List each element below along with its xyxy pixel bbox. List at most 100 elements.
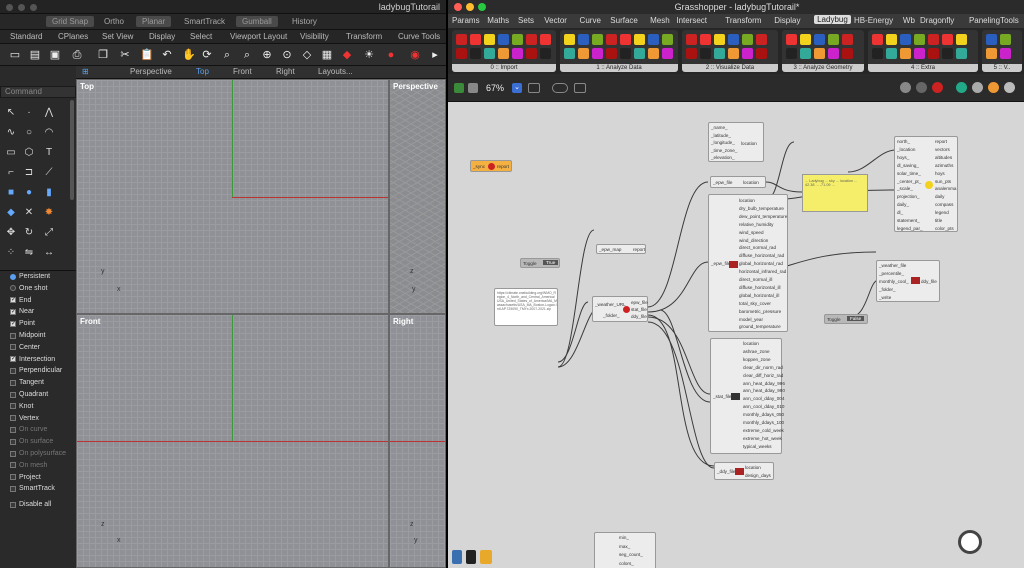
palette-scrollbar[interactable] bbox=[70, 100, 74, 200]
viewport-perspective[interactable]: Perspective z y bbox=[389, 79, 446, 314]
gh-settings-icon[interactable] bbox=[1004, 82, 1015, 93]
ladybug-component-icon[interactable] bbox=[592, 34, 603, 45]
osnap-intersection[interactable]: ✓ Intersection bbox=[10, 356, 55, 363]
ladybug-component-icon[interactable] bbox=[1000, 34, 1011, 45]
location-panel[interactable]: ... Ladybug ... sky ... location ... 42.… bbox=[802, 174, 868, 212]
ladybug-component-icon[interactable] bbox=[700, 34, 711, 45]
checkbox-icon[interactable] bbox=[10, 403, 16, 410]
construct-location-component[interactable]: location _name_ _latitude_ _longitude_ _tim… bbox=[708, 122, 764, 162]
gh-tab-curve[interactable]: Curve bbox=[580, 16, 601, 25]
ladybug-component-icon[interactable] bbox=[606, 48, 617, 59]
osnap-near[interactable]: ✓ Near bbox=[10, 308, 34, 315]
checkbox-icon[interactable]: ✓ bbox=[10, 308, 16, 315]
python-icon[interactable] bbox=[452, 550, 462, 564]
ladybug-component-icon[interactable] bbox=[456, 34, 467, 45]
ladybug-component-icon[interactable] bbox=[470, 34, 481, 45]
ladybug-component-icon[interactable] bbox=[886, 48, 897, 59]
ladybug-component-icon[interactable] bbox=[714, 48, 725, 59]
ladybug-component-icon[interactable] bbox=[564, 34, 575, 45]
grid-icon[interactable]: ▦ bbox=[320, 48, 334, 62]
ladybug-component-icon[interactable] bbox=[986, 34, 997, 45]
save-icon[interactable]: ▣ bbox=[48, 48, 62, 62]
kangaroo-icon[interactable] bbox=[480, 550, 492, 564]
checkbox-icon[interactable] bbox=[10, 462, 16, 469]
select-arrow-icon[interactable]: ↖ bbox=[4, 106, 18, 120]
gh-canvas[interactable]: location _name_ _latitude_ _longitude_ _tim… bbox=[448, 102, 1024, 568]
ladybug-component-icon[interactable] bbox=[928, 34, 939, 45]
ladybug-component-icon[interactable] bbox=[512, 34, 523, 45]
gh-tab-ladybug[interactable]: Ladybug bbox=[814, 15, 851, 24]
mode-planar[interactable]: Planar bbox=[136, 16, 172, 27]
checkbox-icon[interactable] bbox=[10, 474, 16, 481]
open-file-icon[interactable]: ▤ bbox=[28, 48, 42, 62]
ladybug-component-icon[interactable] bbox=[592, 48, 603, 59]
cylinder-icon[interactable]: ▮ bbox=[42, 186, 56, 200]
ladybug-component-icon[interactable] bbox=[512, 48, 523, 59]
checkbox-icon[interactable]: ✓ bbox=[10, 356, 16, 363]
tab-display[interactable]: Display bbox=[149, 32, 175, 41]
gh-tab-hb-energy[interactable]: HB-Energy bbox=[854, 16, 893, 25]
tab-visibility[interactable]: Visibility bbox=[300, 32, 329, 41]
ladybug-component-icon[interactable] bbox=[842, 34, 853, 45]
osnap-project[interactable]: Project bbox=[10, 474, 41, 481]
ladybug-component-icon[interactable] bbox=[714, 34, 725, 45]
legend-parameters-component[interactable]: min_ max_ seg_count_ colors_ bbox=[594, 532, 656, 568]
copy-icon[interactable]: ❐ bbox=[96, 48, 110, 62]
redraw-icon[interactable]: ◇ bbox=[300, 48, 314, 62]
zoom-extents-icon[interactable]: ⊕ bbox=[260, 48, 274, 62]
ladybug-component-icon[interactable] bbox=[900, 34, 911, 45]
ladybug-component-icon[interactable] bbox=[1000, 48, 1011, 59]
viewport-tab-top[interactable]: Top bbox=[196, 67, 209, 76]
osnap-smarttrack[interactable]: SmartTrack bbox=[10, 485, 55, 492]
render-car-icon[interactable]: ◆ bbox=[340, 48, 354, 62]
ladybug-component-icon[interactable] bbox=[786, 34, 797, 45]
gh-tab-panelingtools[interactable]: PanelingTools bbox=[969, 16, 1019, 25]
osnap-persistent[interactable]: Persistent bbox=[10, 273, 50, 280]
ladybug-component-icon[interactable] bbox=[942, 48, 953, 59]
ladybug-component-icon[interactable] bbox=[728, 34, 739, 45]
gh-tab-transform[interactable]: Transform bbox=[725, 16, 761, 25]
new-file-icon[interactable]: ▭ bbox=[8, 48, 22, 62]
polygon-icon[interactable]: ⬡ bbox=[22, 146, 36, 160]
zoom-icon[interactable]: ⌕ bbox=[220, 48, 234, 62]
download-weather-component[interactable]: _weather_URL _folder_ epw_file stat_file… bbox=[592, 296, 648, 322]
boolean-toggle-true[interactable]: Toggle True bbox=[520, 258, 560, 268]
osnap-on-surface[interactable]: On surface bbox=[10, 438, 53, 445]
viewport-grid-icon[interactable]: ⊞ bbox=[82, 67, 89, 76]
osnap-on-polysurface[interactable]: On polysurface bbox=[10, 450, 66, 457]
gh-tab-sets[interactable]: Sets bbox=[518, 16, 534, 25]
offset-icon[interactable]: ⊐ bbox=[22, 166, 36, 180]
ladybug-component-icon[interactable] bbox=[814, 34, 825, 45]
polyline-icon[interactable]: ⋀ bbox=[42, 106, 56, 120]
tab-curve-tools[interactable]: Curve Tools bbox=[398, 32, 440, 41]
paste-icon[interactable]: 📋 bbox=[140, 48, 154, 62]
viewport-top[interactable]: Top y x bbox=[76, 79, 389, 314]
ladybug-component-icon[interactable] bbox=[814, 48, 825, 59]
ladybug-component-icon[interactable] bbox=[842, 48, 853, 59]
curve-icon[interactable]: ∿ bbox=[4, 126, 18, 140]
tab-set-view[interactable]: Set View bbox=[102, 32, 133, 41]
ladybug-component-icon[interactable] bbox=[700, 48, 711, 59]
tab-standard[interactable]: Standard bbox=[10, 32, 42, 41]
mode-grid-snap[interactable]: Grid Snap bbox=[46, 16, 95, 27]
gh-tab-maths[interactable]: Maths bbox=[487, 16, 509, 25]
viewport-tab-right[interactable]: Right bbox=[276, 67, 295, 76]
tab-cplanes[interactable]: CPlanes bbox=[58, 32, 88, 41]
mirror-icon[interactable]: ⇋ bbox=[22, 246, 36, 260]
zoom-extents-icon[interactable] bbox=[528, 83, 540, 93]
ladybug-component-icon[interactable] bbox=[914, 34, 925, 45]
radio-icon[interactable] bbox=[10, 285, 16, 292]
ladybug-component-icon[interactable] bbox=[498, 48, 509, 59]
ladybug-component-icon[interactable] bbox=[986, 48, 997, 59]
checkbox-icon[interactable] bbox=[10, 379, 16, 386]
point-icon[interactable]: · bbox=[22, 106, 36, 120]
radio-icon[interactable] bbox=[10, 273, 16, 280]
arc-icon[interactable]: ◠ bbox=[42, 126, 56, 140]
ladybug-component-icon[interactable] bbox=[564, 48, 575, 59]
ladybug-component-icon[interactable] bbox=[540, 34, 551, 45]
checkbox-icon[interactable] bbox=[10, 367, 16, 374]
checkbox-icon[interactable]: ✓ bbox=[10, 297, 16, 304]
ladybug-component-icon[interactable] bbox=[634, 34, 645, 45]
dimension-icon[interactable]: ↔ bbox=[42, 246, 56, 260]
ladybug-component-icon[interactable] bbox=[956, 34, 967, 45]
